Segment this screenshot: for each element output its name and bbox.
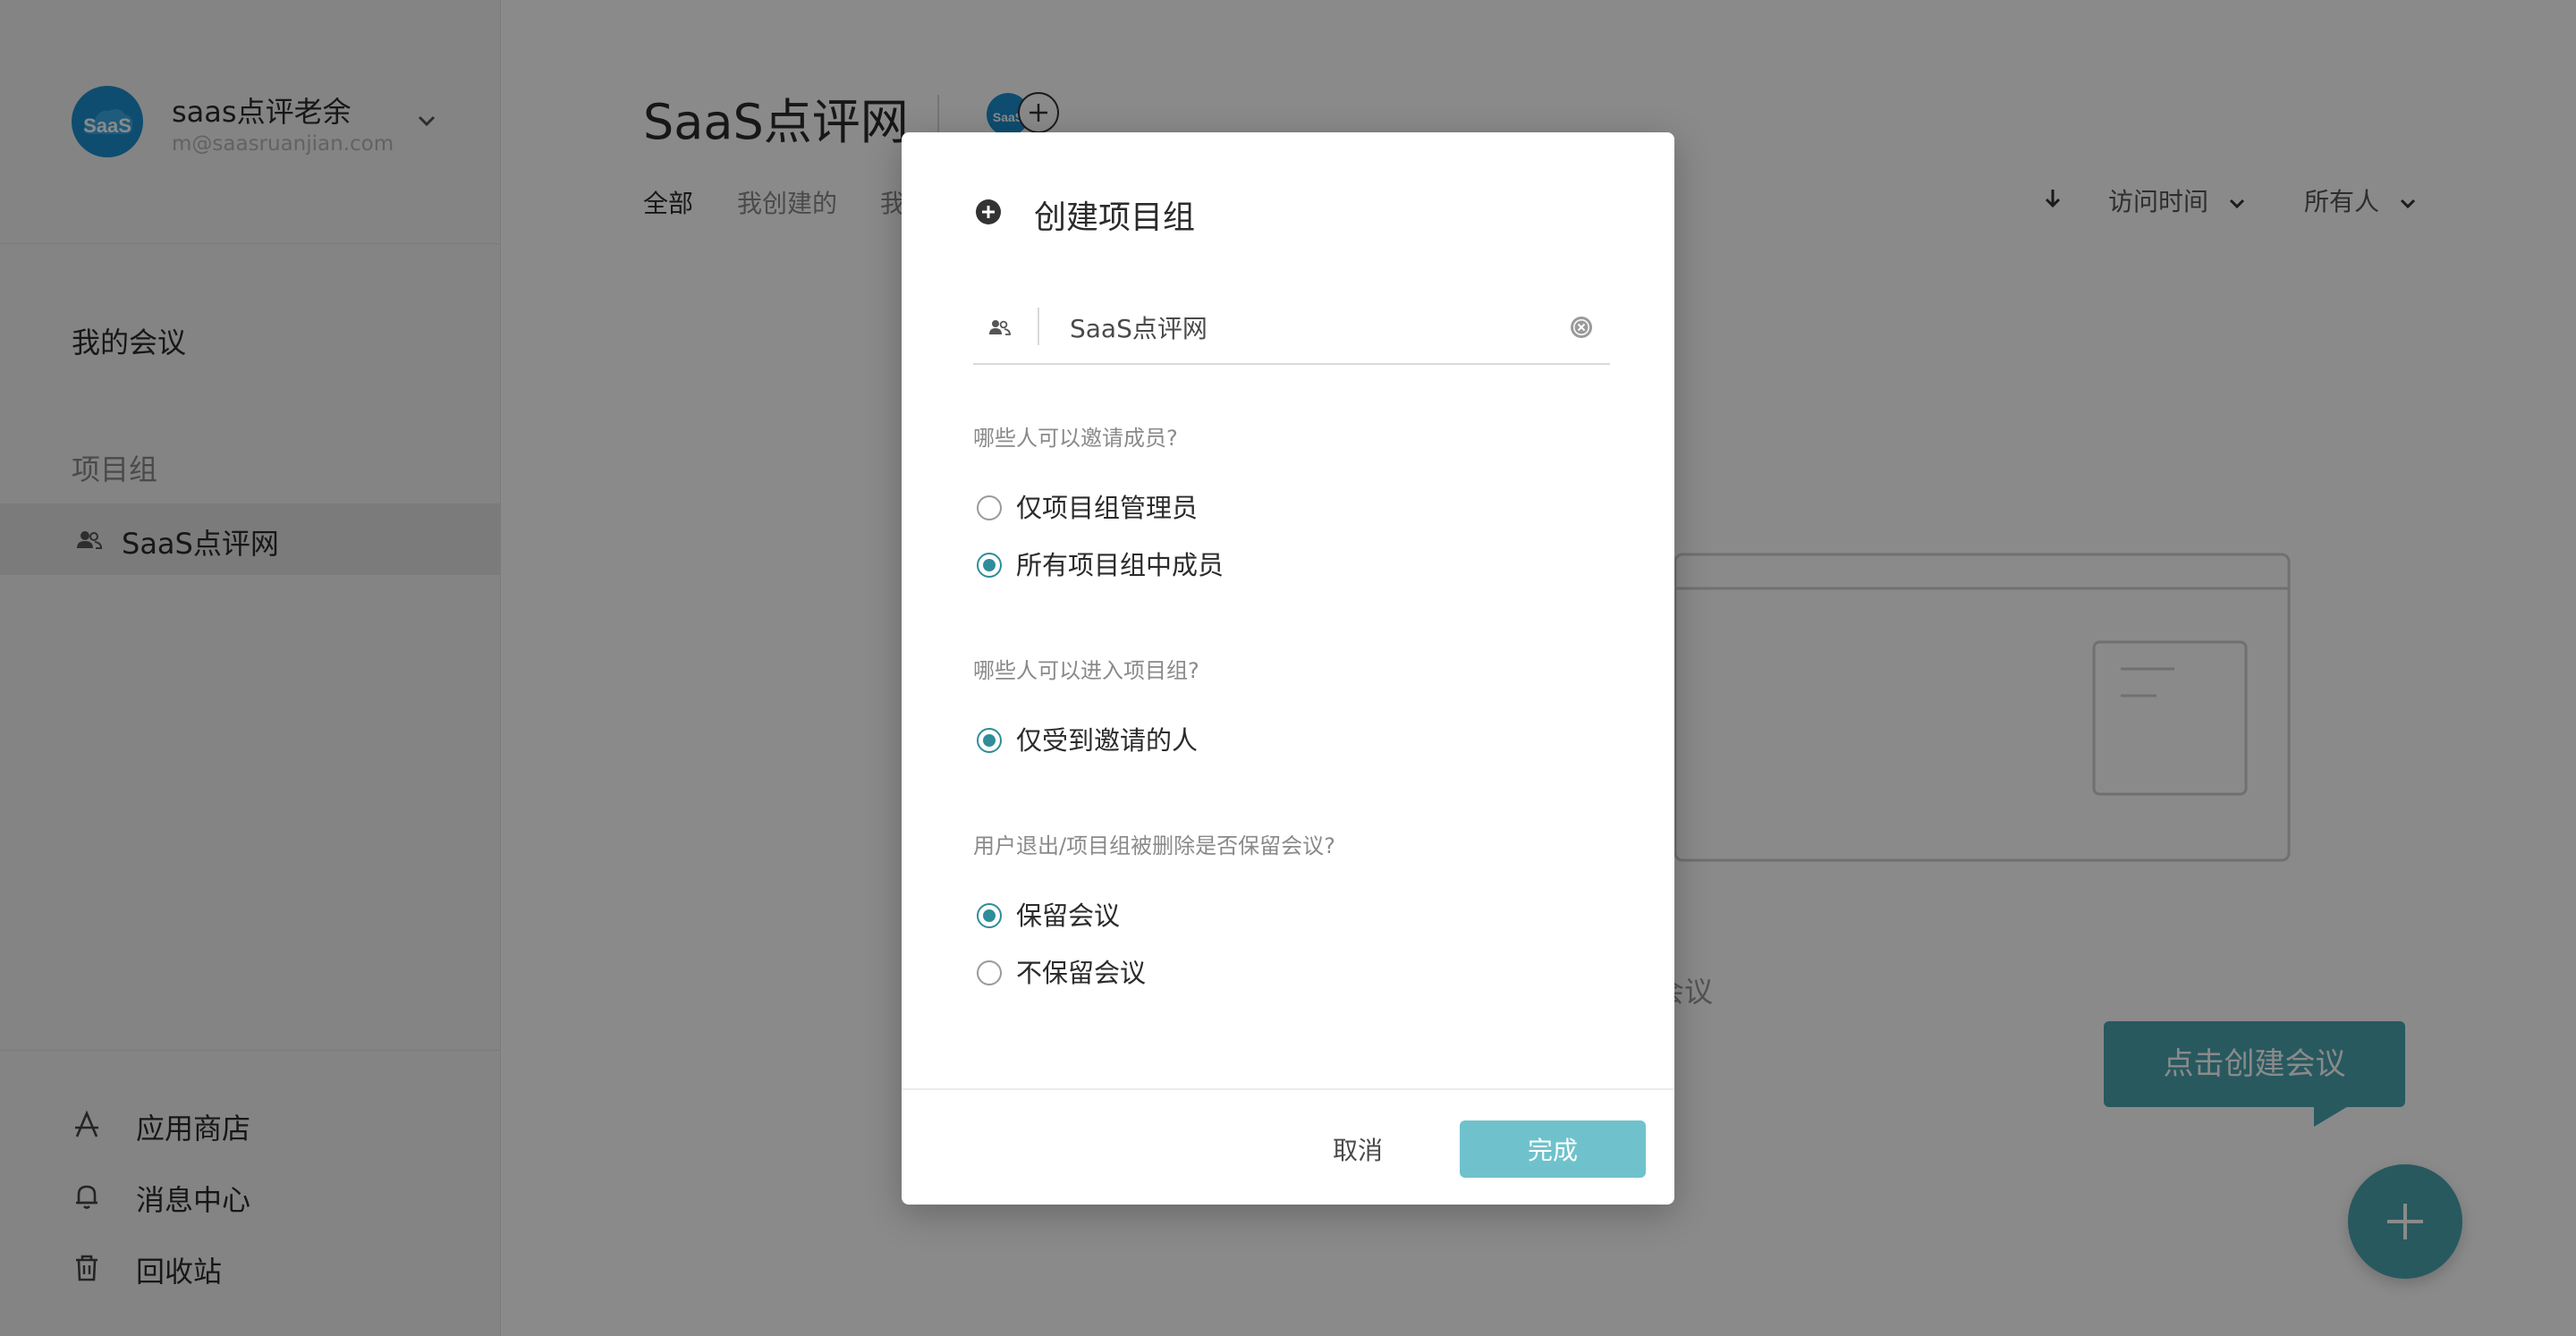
group-name-field — [973, 302, 1610, 365]
radio-not-keep-meetings[interactable]: 不保留会议 — [973, 955, 1510, 991]
radio-label: 不保留会议 — [1016, 958, 1147, 988]
radio-all-members[interactable]: 所有项目组中成员 — [973, 547, 1510, 583]
radio-label: 仅受到邀请的人 — [1016, 725, 1199, 756]
radio-invited-only[interactable]: 仅受到邀请的人 — [973, 723, 1510, 758]
clear-input-icon[interactable] — [1569, 315, 1594, 340]
radio-label: 仅项目组管理员 — [1016, 493, 1199, 523]
group-name-input[interactable] — [1070, 302, 1553, 352]
radio-button[interactable] — [977, 903, 1002, 928]
radio-keep-meetings[interactable]: 保留会议 — [973, 898, 1510, 934]
radio-button[interactable] — [977, 960, 1002, 985]
question-invite-members: 哪些人可以邀请成员? — [973, 426, 1178, 451]
radio-admin-only[interactable]: 仅项目组管理员 — [973, 490, 1510, 526]
dialog-title: 创建项目组 — [1034, 199, 1196, 236]
cancel-button[interactable]: 取消 — [1295, 1120, 1420, 1178]
radio-label: 所有项目组中成员 — [1016, 550, 1224, 580]
radio-button[interactable] — [977, 495, 1002, 520]
plus-circle-icon — [976, 199, 1001, 224]
field-divider — [1038, 308, 1039, 345]
question-keep-meetings: 用户退出/项目组被删除是否保留会议? — [973, 833, 1335, 858]
create-group-dialog: 创建项目组 哪些人可以邀请成员? 仅项目组管理员 所有项目组中成员 哪些人可以进… — [902, 132, 1674, 1205]
radio-button[interactable] — [977, 728, 1002, 753]
dialog-footer: 取消 完成 — [902, 1088, 1674, 1205]
done-button[interactable]: 完成 — [1460, 1120, 1646, 1178]
group-icon — [989, 320, 1011, 335]
radio-button[interactable] — [977, 553, 1002, 578]
radio-label: 保留会议 — [1016, 901, 1121, 931]
question-enter-group: 哪些人可以进入项目组? — [973, 658, 1199, 683]
